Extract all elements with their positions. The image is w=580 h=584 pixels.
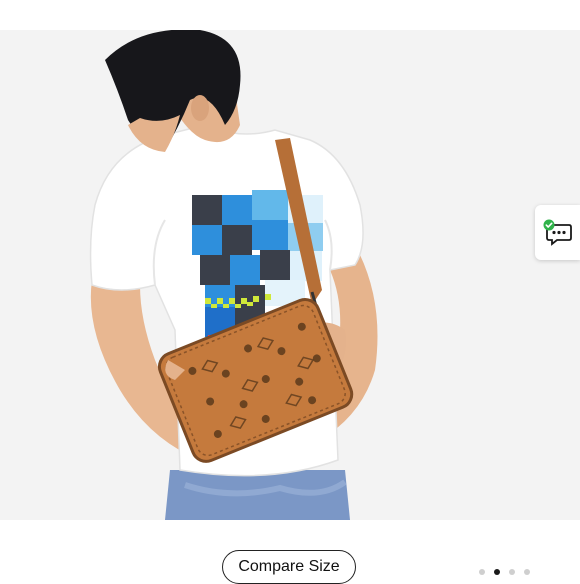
check-badge-icon — [543, 219, 554, 230]
pagination-dot[interactable] — [479, 569, 485, 575]
chat-bubble-icon — [543, 219, 572, 246]
product-image-viewer[interactable] — [0, 30, 580, 520]
gallery-pagination — [479, 569, 530, 575]
top-strip — [0, 0, 580, 30]
pagination-dot[interactable] — [509, 569, 515, 575]
compare-size-button[interactable]: Compare Size — [222, 550, 356, 584]
pagination-dot-active[interactable] — [494, 569, 500, 575]
pagination-dot[interactable] — [524, 569, 530, 575]
product-photo[interactable] — [0, 30, 580, 520]
chat-widget-button[interactable] — [535, 205, 580, 260]
